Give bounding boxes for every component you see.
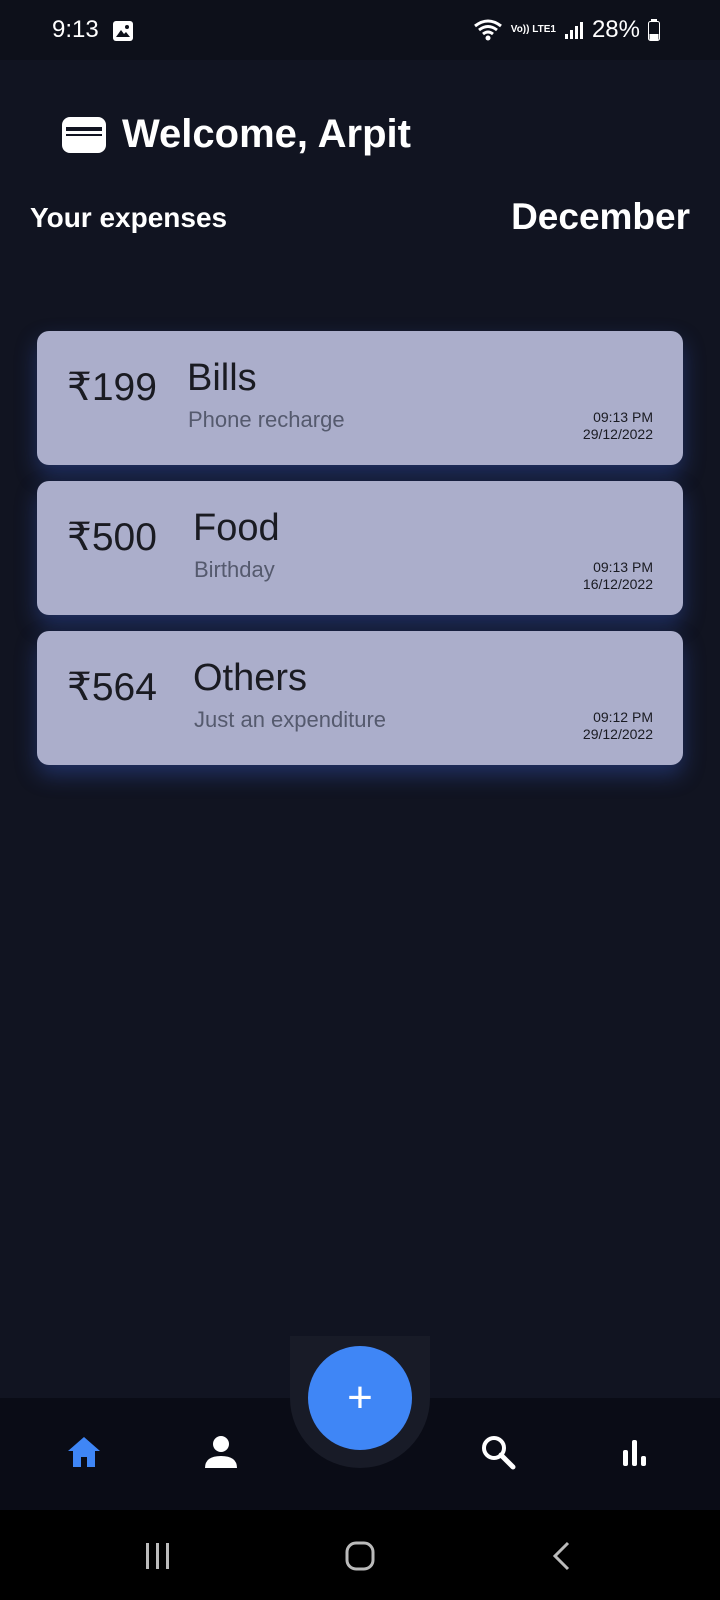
expense-amount: ₹199 bbox=[67, 366, 157, 409]
home-icon[interactable] bbox=[66, 1434, 102, 1470]
status-bar: 9:13 Vo)) LTE1 28% bbox=[0, 0, 720, 60]
gallery-icon bbox=[113, 21, 133, 41]
expense-date: 29/12/2022 bbox=[582, 426, 653, 442]
expense-date: 29/12/2022 bbox=[582, 726, 653, 742]
expense-category: Food bbox=[193, 507, 280, 549]
wifi-icon bbox=[473, 19, 502, 41]
section-label: Your expenses bbox=[30, 202, 228, 233]
expense-card[interactable]: ₹199 Bills Phone recharge 09:13 PM 29/12… bbox=[37, 331, 683, 465]
battery-icon bbox=[648, 19, 660, 41]
back-icon[interactable] bbox=[546, 1540, 578, 1572]
expense-category: Others bbox=[193, 657, 308, 699]
add-expense-button[interactable]: + bbox=[308, 1346, 412, 1450]
expense-amount: ₹500 bbox=[67, 516, 157, 559]
expense-time: 09:13 PM bbox=[593, 559, 653, 575]
expense-card[interactable]: ₹564 Others Just an expenditure 09:12 PM… bbox=[37, 631, 683, 765]
expense-timestamp: 09:13 PM 16/12/2022 bbox=[583, 559, 653, 593]
welcome-title: Welcome, Arpit bbox=[122, 112, 411, 156]
expense-timestamp: 09:12 PM 29/12/2022 bbox=[583, 709, 653, 743]
status-time: 9:13 bbox=[52, 16, 99, 43]
expense-date: 16/12/2022 bbox=[582, 576, 653, 592]
search-icon[interactable] bbox=[480, 1434, 516, 1470]
home-button-icon[interactable] bbox=[344, 1540, 376, 1572]
expense-note: Phone recharge bbox=[188, 407, 345, 432]
expense-time: 09:13 PM bbox=[593, 409, 653, 425]
profile-icon[interactable] bbox=[203, 1434, 239, 1470]
battery-percent: 28% bbox=[591, 16, 640, 43]
expense-note: Birthday bbox=[194, 557, 275, 582]
expense-card[interactable]: ₹500 Food Birthday 09:13 PM 16/12/2022 bbox=[37, 481, 683, 615]
header: Welcome, Arpit bbox=[62, 112, 411, 157]
expense-note: Just an expenditure bbox=[194, 707, 387, 732]
status-icons: Vo)) LTE1 28% bbox=[473, 16, 660, 44]
network-indicator: Vo)) LTE1 bbox=[510, 24, 556, 35]
expense-timestamp: 09:13 PM 29/12/2022 bbox=[583, 409, 653, 443]
signal-icon bbox=[564, 22, 583, 39]
month-selector[interactable]: December bbox=[511, 196, 690, 238]
expense-category: Bills bbox=[187, 357, 257, 399]
expense-amount: ₹564 bbox=[67, 666, 157, 709]
stats-icon[interactable] bbox=[617, 1434, 653, 1470]
expense-time: 09:12 PM bbox=[593, 709, 653, 725]
recent-apps-icon[interactable] bbox=[142, 1540, 174, 1572]
wallet-icon bbox=[62, 116, 106, 153]
